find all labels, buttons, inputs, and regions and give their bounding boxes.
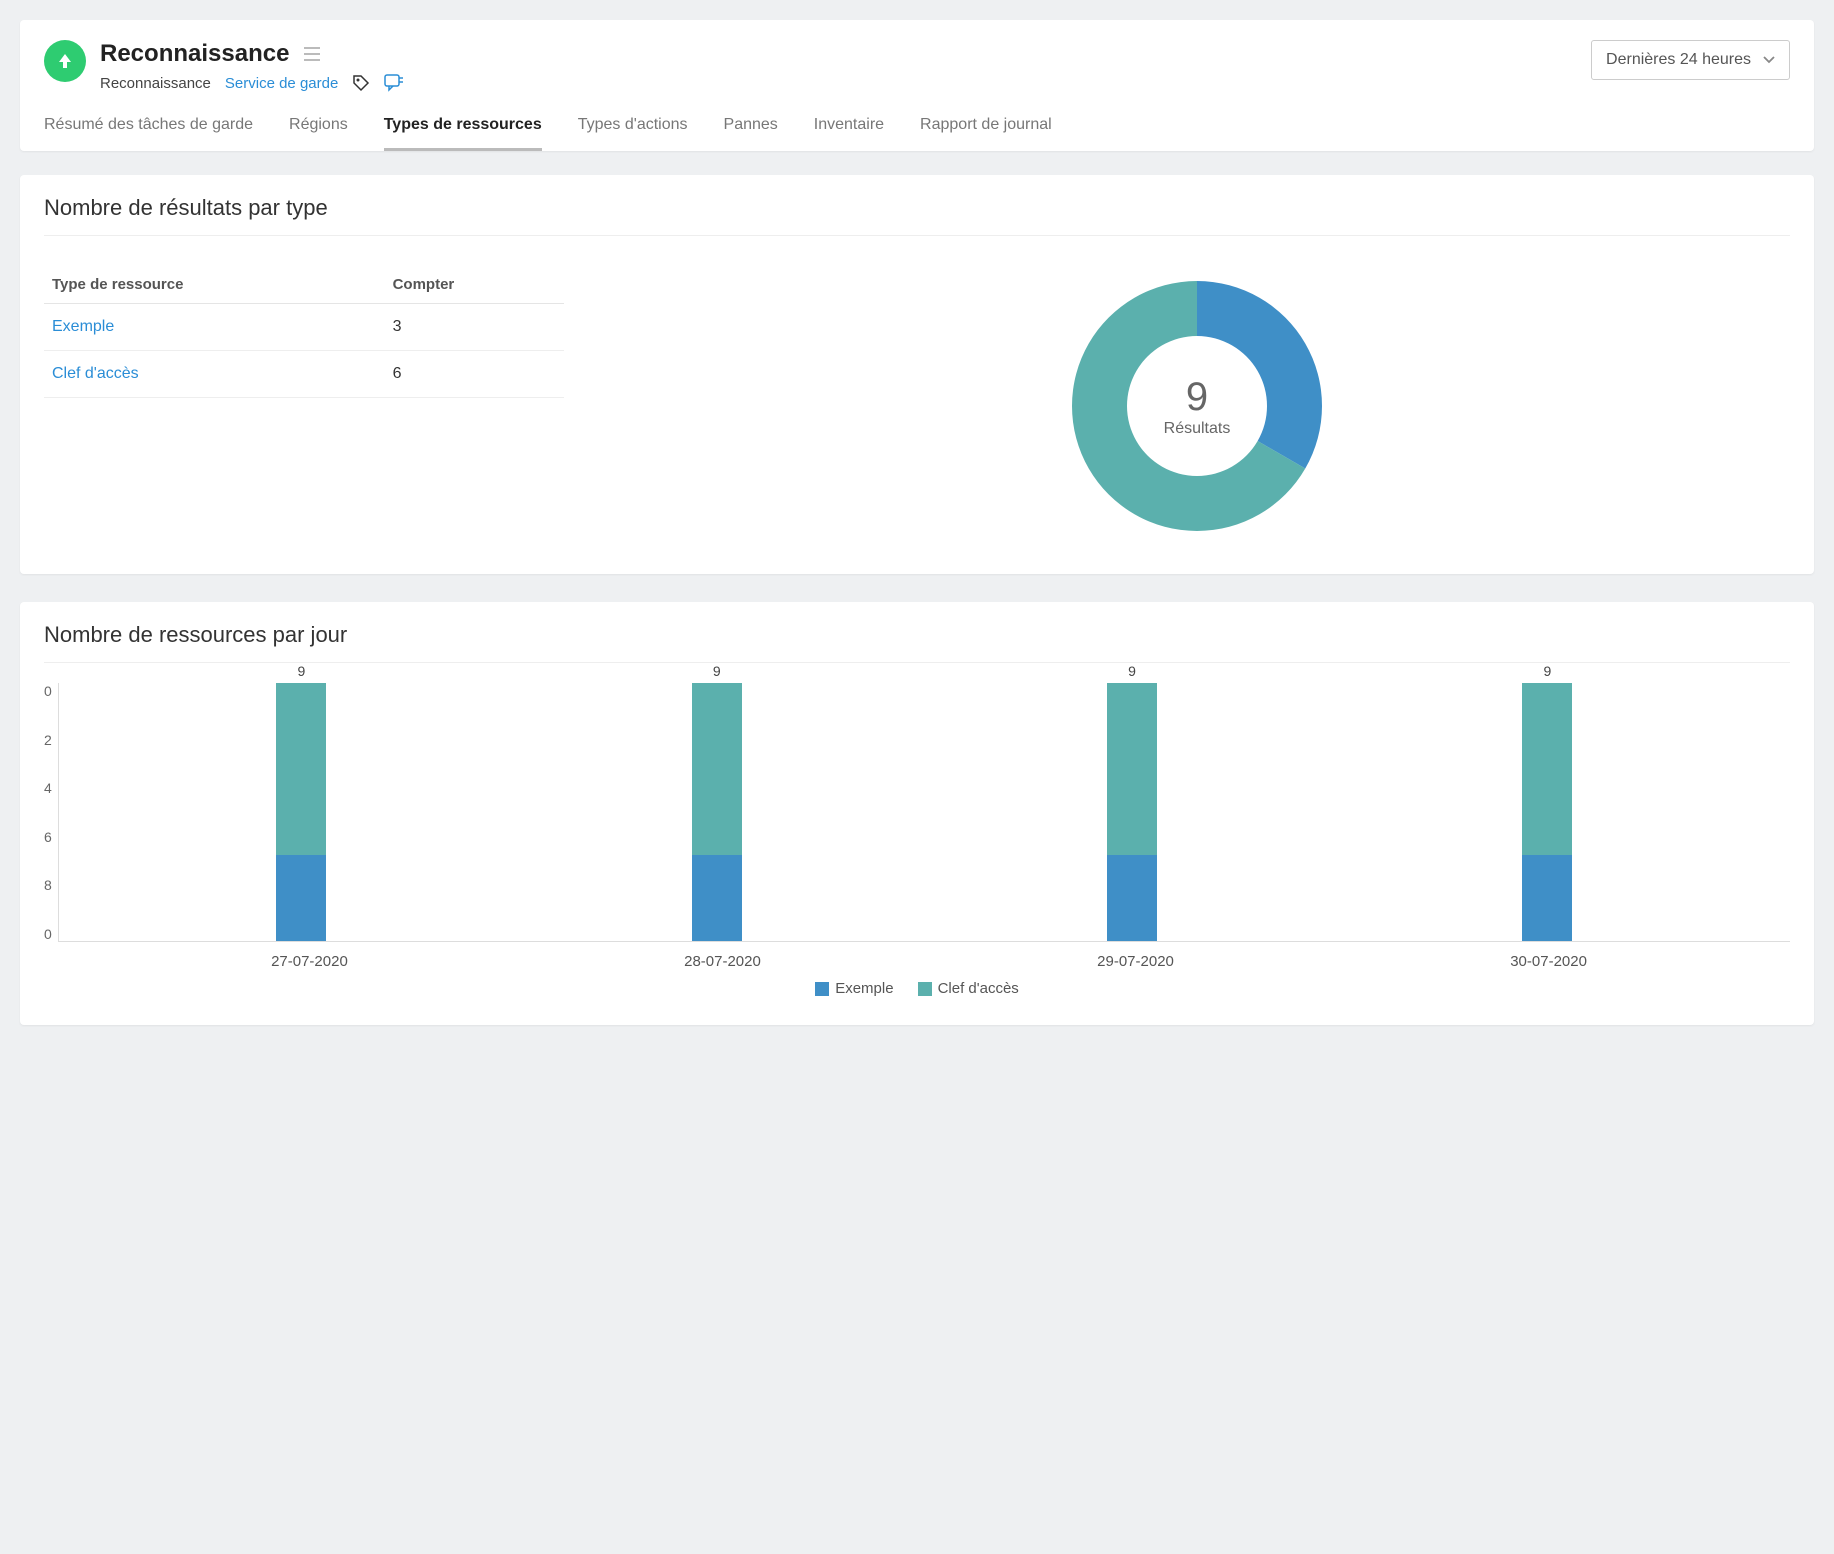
row-type-link[interactable]: Clef d'accès bbox=[44, 351, 385, 398]
bar-col: 9 bbox=[1522, 683, 1572, 941]
donut-label: Résultats bbox=[1164, 420, 1231, 438]
bars-region: 9 9 9 9 bbox=[58, 683, 1790, 942]
bar-seg-clef[interactable] bbox=[1107, 683, 1157, 855]
tab-2[interactable]: Types de ressources bbox=[384, 116, 542, 151]
page-title: Reconnaissance bbox=[100, 40, 289, 68]
bar-col: 9 bbox=[692, 683, 742, 941]
time-range-select[interactable]: Dernières 24 heures bbox=[1591, 40, 1790, 80]
donut-total: 9 bbox=[1164, 375, 1231, 420]
tab-1[interactable]: Régions bbox=[289, 116, 348, 151]
service-link[interactable]: Service de garde bbox=[225, 75, 338, 92]
bar-seg-clef[interactable] bbox=[276, 683, 326, 855]
bar-seg-exemple[interactable] bbox=[692, 855, 742, 941]
tab-5[interactable]: Inventaire bbox=[814, 116, 884, 151]
bar-seg-exemple[interactable] bbox=[1522, 855, 1572, 941]
status-up-icon bbox=[44, 40, 86, 82]
row-count: 6 bbox=[385, 351, 564, 398]
panel-resources-by-day: Nombre de ressources par jour 024680 999… bbox=[20, 602, 1814, 1025]
bar-seg-exemple[interactable] bbox=[1107, 855, 1157, 941]
time-range-label: Dernières 24 heures bbox=[1606, 51, 1751, 69]
bar-seg-clef[interactable] bbox=[1522, 683, 1572, 855]
tag-icon[interactable] bbox=[352, 74, 370, 92]
x-tick: 27-07-2020 bbox=[271, 953, 348, 970]
row-type-link[interactable]: Exemple bbox=[44, 304, 385, 351]
bar-col: 9 bbox=[1107, 683, 1157, 941]
x-tick: 29-07-2020 bbox=[1097, 953, 1174, 970]
comment-icon[interactable] bbox=[384, 74, 404, 92]
bar-total-label: 9 bbox=[1522, 663, 1572, 679]
legend-swatch-clef bbox=[918, 982, 932, 996]
col-count: Compter bbox=[385, 266, 564, 304]
bar-total-label: 9 bbox=[1107, 663, 1157, 679]
chevron-down-icon bbox=[1763, 51, 1775, 69]
panel1-title: Nombre de résultats par type bbox=[44, 195, 1790, 236]
x-tick: 28-07-2020 bbox=[684, 953, 761, 970]
legend: Exemple Clef d'accès bbox=[44, 980, 1790, 997]
tab-4[interactable]: Pannes bbox=[724, 116, 778, 151]
table-row: Exemple3 bbox=[44, 304, 564, 351]
tab-0[interactable]: Résumé des tâches de garde bbox=[44, 116, 253, 151]
tab-6[interactable]: Rapport de journal bbox=[920, 116, 1052, 151]
legend-label-1: Clef d'accès bbox=[938, 980, 1019, 997]
table-row: Clef d'accès6 bbox=[44, 351, 564, 398]
breadcrumb: Reconnaissance bbox=[100, 75, 211, 92]
tab-3[interactable]: Types d'actions bbox=[578, 116, 688, 151]
tabs: Résumé des tâches de garde Régions Types d… bbox=[44, 116, 1790, 151]
results-table: Type de ressource Compter Exemple3Clef d… bbox=[44, 266, 564, 398]
panel-results-by-type: Nombre de résultats par type Type de res… bbox=[20, 175, 1814, 574]
x-axis: 27-07-2020 28-07-2020 29-07-2020 30-07-2020 bbox=[44, 953, 1790, 970]
col-type: Type de ressource bbox=[44, 266, 385, 304]
legend-label-0: Exemple bbox=[835, 980, 893, 997]
row-count: 3 bbox=[385, 304, 564, 351]
donut-chart: 9 Résultats bbox=[604, 266, 1790, 546]
bar-col: 9 bbox=[276, 683, 326, 941]
bar-total-label: 9 bbox=[692, 663, 742, 679]
bar-seg-clef[interactable] bbox=[692, 683, 742, 855]
menu-lines-icon[interactable] bbox=[304, 47, 320, 66]
y-axis: 024680 bbox=[44, 683, 58, 942]
page-header: Reconnaissance Reconnaissance Service de… bbox=[20, 20, 1814, 151]
panel2-title: Nombre de ressources par jour bbox=[44, 622, 1790, 663]
x-tick: 30-07-2020 bbox=[1510, 953, 1587, 970]
bar-total-label: 9 bbox=[276, 663, 326, 679]
legend-swatch-exemple bbox=[815, 982, 829, 996]
bar-seg-exemple[interactable] bbox=[276, 855, 326, 941]
